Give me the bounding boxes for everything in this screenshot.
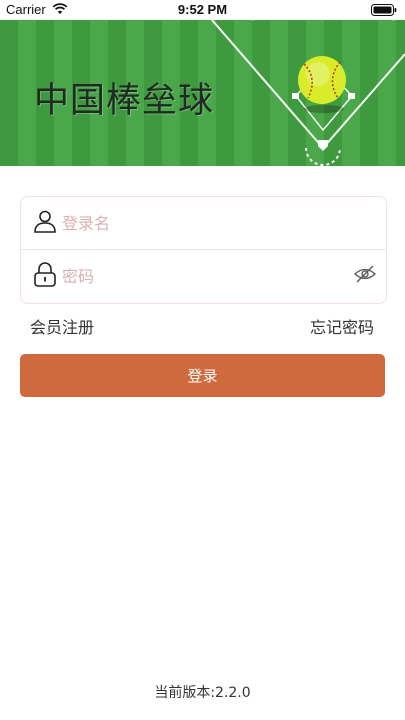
eye-off-icon[interactable] bbox=[354, 265, 376, 283]
forgot-password-link[interactable]: 忘记密码 bbox=[310, 314, 374, 338]
user-icon bbox=[34, 210, 56, 233]
password-row bbox=[21, 250, 386, 302]
login-button[interactable]: 登录 bbox=[20, 354, 385, 397]
status-bar: Carrier 9:52 PM bbox=[0, 0, 405, 20]
softball-icon bbox=[298, 56, 346, 113]
banner-title: 中国棒垒球 bbox=[34, 81, 215, 121]
status-time: 9:52 PM bbox=[177, 2, 228, 17]
username-input[interactable] bbox=[62, 211, 342, 235]
username-row bbox=[21, 197, 386, 250]
password-input[interactable] bbox=[62, 264, 342, 288]
login-form-card bbox=[20, 196, 387, 304]
version-label: 当前版本:2.2.0 bbox=[154, 685, 251, 701]
header-banner: 中国棒垒球 bbox=[0, 20, 405, 166]
lock-icon bbox=[34, 262, 56, 287]
register-link[interactable]: 会员注册 bbox=[30, 314, 94, 338]
battery-icon bbox=[371, 4, 397, 16]
